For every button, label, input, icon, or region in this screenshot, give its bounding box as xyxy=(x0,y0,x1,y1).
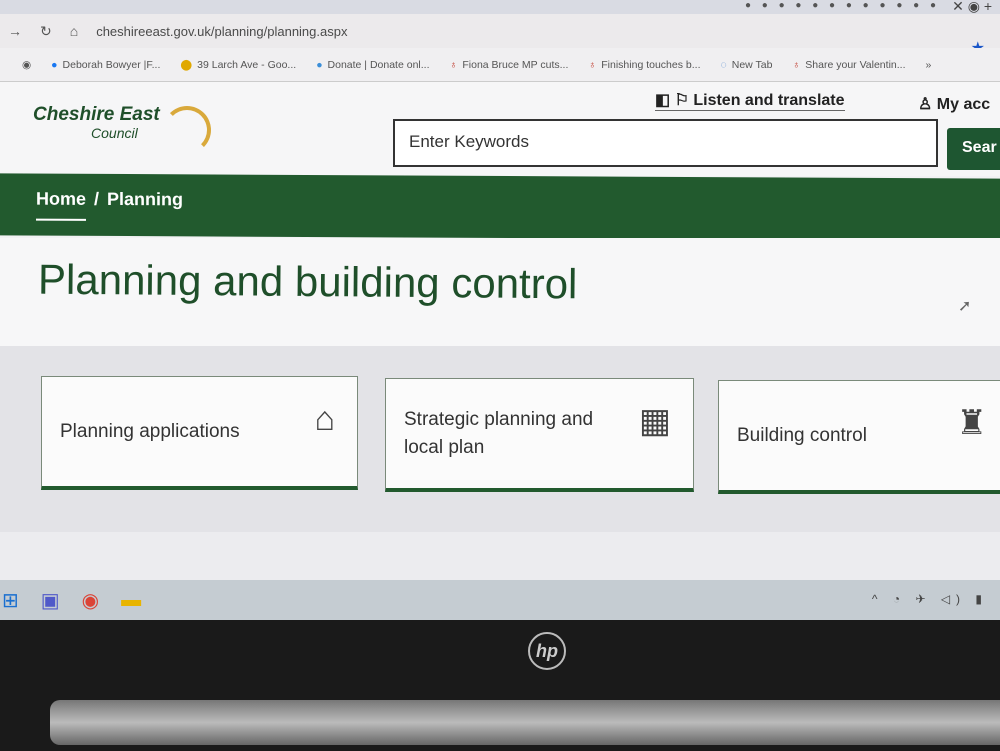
chrome-icon[interactable]: ◉ xyxy=(82,588,99,613)
listen-translate-link[interactable]: ◧ ⚐ Listen and translate xyxy=(655,90,845,111)
news-icon: ♁ xyxy=(449,58,458,71)
bookmark-label: Donate | Donate onl... xyxy=(327,58,430,71)
map-location-icon: ▦ xyxy=(638,402,671,440)
breadcrumb-separator: / xyxy=(94,188,100,209)
bookmark[interactable]: ● Donate | Donate onl... xyxy=(316,59,429,71)
tab-strip: ● ● ● ● ● ● ● ● ● ● ● ● ✕ ◉ + xyxy=(0,0,1000,14)
logo-line2: Council xyxy=(91,125,138,141)
listen-label: Listen and translate xyxy=(693,92,845,109)
news-icon: ♁ xyxy=(588,58,597,71)
user-icon: ♙ xyxy=(918,96,937,113)
bookmark[interactable]: ♁ Fiona Bruce MP cuts... xyxy=(450,59,569,71)
search-button[interactable]: Sear xyxy=(947,128,1000,170)
council-logo[interactable]: Cheshire East Council xyxy=(33,104,211,154)
system-tray[interactable]: ^ ◔ ✈ ◁) ▮ xyxy=(872,592,988,606)
bookmark-label: 39 Larch Ave - Goo... xyxy=(197,58,297,71)
card-building-control[interactable]: Building control ♜ xyxy=(718,380,1000,494)
bookmark[interactable]: ♁ Share your Valentin... xyxy=(792,59,905,71)
tab-icons[interactable]: ● ● ● ● ● ● ● ● ● ● ● ● xyxy=(745,0,940,11)
bookmark[interactable]: ● Deborah Bowyer |F... xyxy=(51,59,160,71)
page-lower-area xyxy=(0,532,1000,580)
hp-logo-icon: hp xyxy=(528,632,566,670)
facebook-icon: ● xyxy=(51,58,58,71)
card-label: Building control xyxy=(737,424,867,446)
house-check-icon: ⌂ xyxy=(314,400,335,438)
wheat-logo-icon xyxy=(163,106,211,154)
bookmark[interactable]: ♁ Finishing touches b... xyxy=(588,59,700,71)
bookmark-label: Fiona Bruce MP cuts... xyxy=(462,58,569,71)
card-label: Planning applications xyxy=(60,420,240,442)
more-bookmarks-button[interactable]: » xyxy=(926,59,932,71)
new-tab-icon: ◌ xyxy=(720,58,727,71)
windows-start-icon[interactable]: ⊞ xyxy=(2,588,19,613)
hard-hat-icon: ♜ xyxy=(956,404,987,442)
logo-line1: Cheshire East xyxy=(33,104,160,125)
browser-toolbar: → ↻ ⌂ cheshireeast.gov.uk/planning/plann… xyxy=(0,14,1000,48)
forward-icon[interactable]: → xyxy=(8,23,22,39)
search-input[interactable]: Enter Keywords xyxy=(393,119,938,167)
bookmark-label: Deborah Bowyer |F... xyxy=(62,58,161,71)
bookmark[interactable]: ◌ New Tab xyxy=(721,59,773,71)
screen: ● ● ● ● ● ● ● ● ● ● ● ● ✕ ◉ + → ↻ ⌂ ches… xyxy=(0,0,1000,620)
bookmark-label: Share your Valentin... xyxy=(805,58,906,71)
globe-icon[interactable]: ◉ xyxy=(22,59,31,71)
card-planning-applications[interactable]: Planning applications ⌂ xyxy=(41,376,358,490)
globe-icon: ● xyxy=(316,58,323,71)
breadcrumb-current: Planning xyxy=(107,188,184,210)
file-explorer-icon[interactable]: ▬ xyxy=(121,589,141,612)
title-area: Planning and building control ➚ xyxy=(0,238,1000,346)
bookmark-label: New Tab xyxy=(731,58,773,71)
site-header: Cheshire East Council ◧ ⚐ Listen and tra… xyxy=(0,82,1000,176)
account-label: My acc xyxy=(936,96,991,113)
breadcrumb: Home / Planning xyxy=(0,173,1000,241)
breadcrumb-home[interactable]: Home xyxy=(36,188,87,221)
my-account-link[interactable]: ♙ My acc xyxy=(918,94,990,114)
speaker-icon: ◧ ⚐ xyxy=(655,92,694,109)
address-bar[interactable]: cheshireeast.gov.uk/planning/planning.as… xyxy=(96,24,347,39)
cards-section: Planning applications ⌂ Strategic planni… xyxy=(0,346,1000,532)
card-label: Strategic planning and local plan xyxy=(404,408,594,458)
bookmark-label: Finishing touches b... xyxy=(601,58,701,71)
mouse-cursor-icon: ➚ xyxy=(958,298,972,315)
bookmark[interactable]: ⬤ 39 Larch Ave - Goo... xyxy=(180,59,296,71)
reload-icon[interactable]: ↻ xyxy=(40,23,52,40)
bookmarks-bar: ◉ ● Deborah Bowyer |F... ⬤ 39 Larch Ave - … xyxy=(0,48,1000,82)
news-icon: ♁ xyxy=(792,58,801,71)
card-strategic-planning[interactable]: Strategic planning and local plan ▦ xyxy=(385,378,694,492)
page-title: Planning and building control xyxy=(37,255,578,308)
new-tab-button[interactable]: ✕ ◉ + xyxy=(952,0,992,15)
map-pin-icon: ⬤ xyxy=(180,58,193,71)
home-icon[interactable]: ⌂ xyxy=(70,23,78,39)
laptop-hinge xyxy=(50,700,1000,745)
teams-icon[interactable]: ▣ xyxy=(41,588,60,613)
taskbar: ⊞ ▣ ◉ ▬ ^ ◔ ✈ ◁) ▮ xyxy=(0,580,1000,620)
